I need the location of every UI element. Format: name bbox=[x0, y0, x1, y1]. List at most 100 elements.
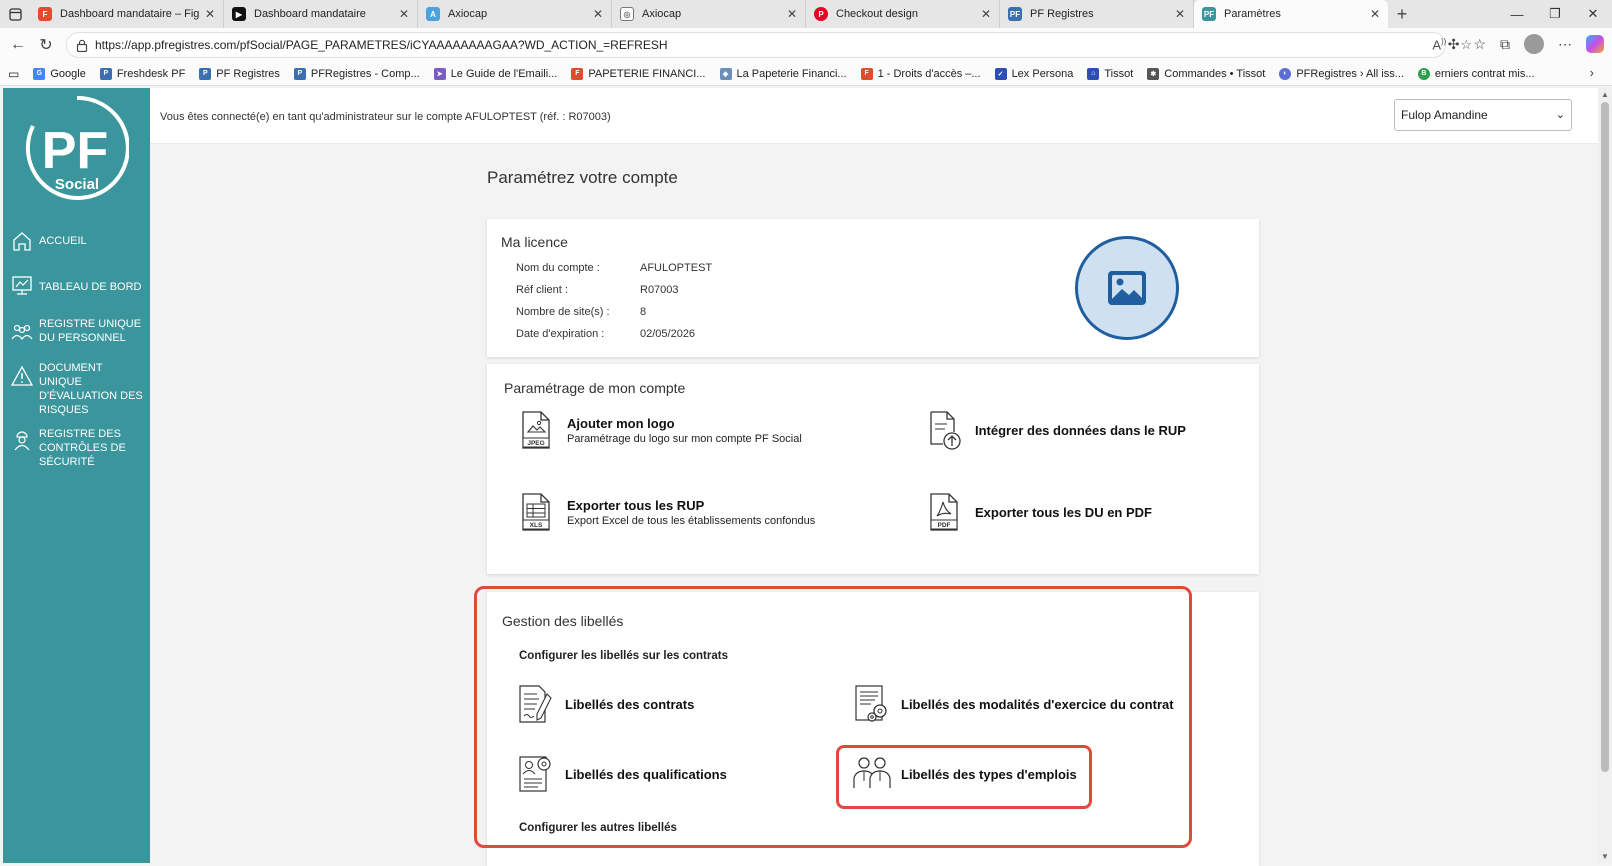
sidebar-item-registre-unique[interactable]: REGISTRE UNIQUE DU PERSONNEL bbox=[11, 317, 143, 345]
pf-icon: P bbox=[99, 67, 112, 80]
browser-tab[interactable]: PF PF Registres ✕ bbox=[1000, 0, 1194, 28]
account-photo[interactable] bbox=[1075, 236, 1179, 340]
close-tab-icon[interactable]: ✕ bbox=[399, 7, 409, 21]
bookmark-label: Lex Persona bbox=[1011, 67, 1074, 80]
close-tab-icon[interactable]: ✕ bbox=[593, 7, 603, 21]
new-tab-button[interactable]: + bbox=[1388, 4, 1416, 25]
bookmark[interactable]: F PAPETERIE FINANCI... bbox=[571, 67, 706, 80]
dashboard-icon bbox=[11, 274, 35, 298]
import-rup-option[interactable]: Intégrer des données dans le RUP bbox=[927, 410, 1186, 450]
bookmark[interactable]: ◐ PFRegistres › All iss... bbox=[1279, 67, 1404, 80]
sidebar-item-tableau-de-bord[interactable]: TABLEAU DE BORD bbox=[11, 274, 143, 298]
axiocap-icon: A bbox=[426, 7, 440, 21]
bookmark[interactable]: Berniers contrat mis... bbox=[1417, 67, 1535, 80]
close-tab-icon[interactable]: ✕ bbox=[787, 7, 797, 21]
browser-toolbar: ✣ ☆ ⧉ ⋯ bbox=[1448, 34, 1604, 54]
extensions-icon[interactable]: ✣ bbox=[1448, 36, 1460, 53]
scroll-up-icon[interactable]: ▲ bbox=[1601, 90, 1609, 99]
page-title: Paramétrez votre compte bbox=[487, 168, 678, 187]
browser-tab-active[interactable]: PF Paramètres ✕ bbox=[1194, 0, 1388, 28]
sidebar-item-registre-controles[interactable]: REGISTRE DES CONTRÔLES DE SÉCURITÉ bbox=[11, 427, 143, 469]
image-icon bbox=[1108, 271, 1146, 305]
globe-icon: ◎ bbox=[620, 7, 634, 21]
restore-icon[interactable]: ❐ bbox=[1536, 0, 1574, 28]
profile-avatar[interactable] bbox=[1524, 34, 1544, 54]
bookmark-label: PF Registres bbox=[216, 67, 280, 80]
svg-text:PDF: PDF bbox=[938, 522, 951, 529]
home-icon bbox=[11, 230, 35, 254]
close-tab-icon[interactable]: ✕ bbox=[205, 7, 215, 21]
bookmark[interactable]: ◆ La Papeterie Financi... bbox=[719, 67, 847, 80]
add-logo-option[interactable]: JPEG Ajouter mon logo Paramétrage du log… bbox=[519, 410, 802, 450]
user-select-value: Fulop Amandine bbox=[1401, 108, 1488, 122]
licence-title: Ma licence bbox=[501, 234, 568, 250]
bookmark[interactable]: ⌂ Tissot bbox=[1087, 67, 1134, 80]
sidebar-item-label: REGISTRE UNIQUE DU PERSONNEL bbox=[39, 318, 142, 344]
svg-text:XLS: XLS bbox=[530, 522, 543, 529]
export-rup-option[interactable]: XLS Exporter tous les RUP Export Excel d… bbox=[519, 492, 815, 532]
more-icon[interactable]: ⋯ bbox=[1558, 36, 1572, 53]
bookmark-label: PFRegistres - Comp... bbox=[310, 67, 420, 80]
browser-tab[interactable]: F Dashboard mandataire – Figma ✕ bbox=[30, 0, 224, 28]
bookmark[interactable]: G Google bbox=[33, 67, 86, 80]
logo-text: PF bbox=[42, 122, 108, 180]
account-settings-title: Paramétrage de mon compte bbox=[504, 380, 686, 396]
sidebar-item-accueil[interactable]: ACCUEIL bbox=[11, 230, 143, 254]
browser-tab[interactable]: A Axiocap ✕ bbox=[418, 0, 612, 28]
google-icon: G bbox=[33, 67, 46, 80]
copilot-icon[interactable] bbox=[1586, 35, 1604, 53]
bookmark-label: Freshdesk PF bbox=[116, 67, 186, 80]
bookmark[interactable]: ✱ Commandes • Tissot bbox=[1147, 67, 1266, 80]
page-scrollbar[interactable]: ▲ ▼ bbox=[1598, 88, 1612, 863]
bookmark[interactable]: ➤ Le Guide de l'Emaili... bbox=[433, 67, 557, 80]
chevron-down-icon: ⌄ bbox=[1555, 109, 1565, 121]
reload-icon[interactable]: ↻ bbox=[32, 31, 60, 59]
tab-title: Checkout design bbox=[836, 8, 918, 20]
bookmark[interactable]: P PFRegistres - Comp... bbox=[293, 67, 420, 80]
export-du-pdf-option[interactable]: PDF Exporter tous les DU en PDF bbox=[927, 492, 1152, 532]
worker-icon bbox=[11, 429, 35, 453]
back-icon[interactable]: ← bbox=[4, 31, 32, 59]
browser-tab[interactable]: ◎ Axiocap ✕ bbox=[612, 0, 806, 28]
user-select[interactable]: Fulop Amandine ⌄ bbox=[1394, 99, 1572, 131]
close-tab-icon[interactable]: ✕ bbox=[1175, 7, 1185, 21]
bookmarks-toggle-icon[interactable]: ▭ bbox=[8, 67, 19, 81]
licence-card: Ma licence Nom du compte : AFULOPTEST Ré… bbox=[487, 219, 1259, 357]
lock-icon bbox=[76, 39, 88, 55]
bookmark[interactable]: ✓ Lex Persona bbox=[994, 67, 1074, 80]
licence-label: Nombre de site(s) : bbox=[516, 306, 610, 318]
url-field[interactable]: https://app.pfregistres.com/pfSocial/PAG… bbox=[66, 32, 1446, 58]
licence-label: Nom du compte : bbox=[516, 262, 600, 274]
tab-actions-icon[interactable] bbox=[0, 0, 30, 28]
minimize-icon[interactable]: — bbox=[1498, 0, 1536, 28]
bookmark-label: PAPETERIE FINANCI... bbox=[588, 67, 706, 80]
pdf-file-icon: PDF bbox=[927, 492, 963, 532]
bookmark-label: erniers contrat mis... bbox=[1434, 67, 1535, 80]
collections-icon[interactable]: ⧉ bbox=[1500, 36, 1510, 53]
browser-tab[interactable]: ▶ Dashboard mandataire ✕ bbox=[224, 0, 418, 28]
xls-file-icon: XLS bbox=[519, 492, 555, 532]
favorites-icon[interactable]: ☆ bbox=[1473, 36, 1486, 53]
pf-social-logo[interactable]: PF Social bbox=[25, 95, 130, 204]
bookmark-label: PFRegistres › All iss... bbox=[1296, 67, 1404, 80]
close-window-icon[interactable]: ✕ bbox=[1574, 0, 1612, 28]
option-title: Ajouter mon logo bbox=[567, 415, 675, 431]
sidebar-item-label: TABLEAU DE BORD bbox=[39, 281, 142, 293]
bookmark-label: Commandes • Tissot bbox=[1164, 67, 1266, 80]
scrollbar-thumb[interactable] bbox=[1601, 102, 1609, 772]
account-header: Vous êtes connecté(e) en tant qu'adminis… bbox=[150, 88, 1598, 144]
close-tab-icon[interactable]: ✕ bbox=[1370, 7, 1380, 21]
bookmark-label: Tissot bbox=[1104, 67, 1134, 80]
chevron-right-icon[interactable]: › bbox=[1590, 65, 1594, 80]
scroll-down-icon[interactable]: ▼ bbox=[1601, 852, 1609, 861]
close-tab-icon[interactable]: ✕ bbox=[981, 7, 991, 21]
browser-tab-bar: F Dashboard mandataire – Figma ✕ ▶ Dashb… bbox=[0, 0, 1612, 28]
tab-title: Axiocap bbox=[448, 8, 488, 20]
bookmark[interactable]: P Freshdesk PF bbox=[99, 67, 186, 80]
sidebar-item-document-unique[interactable]: DOCUMENT UNIQUE D'ÉVALUATION DES RISQUES bbox=[10, 361, 143, 417]
read-aloud-icon[interactable]: A)) bbox=[1432, 37, 1446, 53]
figma-icon: F bbox=[571, 67, 584, 80]
browser-tab[interactable]: P Checkout design ✕ bbox=[806, 0, 1000, 28]
bookmark[interactable]: P PF Registres bbox=[199, 67, 280, 80]
bookmark[interactable]: F 1 - Droits d'accès –... bbox=[860, 67, 981, 80]
